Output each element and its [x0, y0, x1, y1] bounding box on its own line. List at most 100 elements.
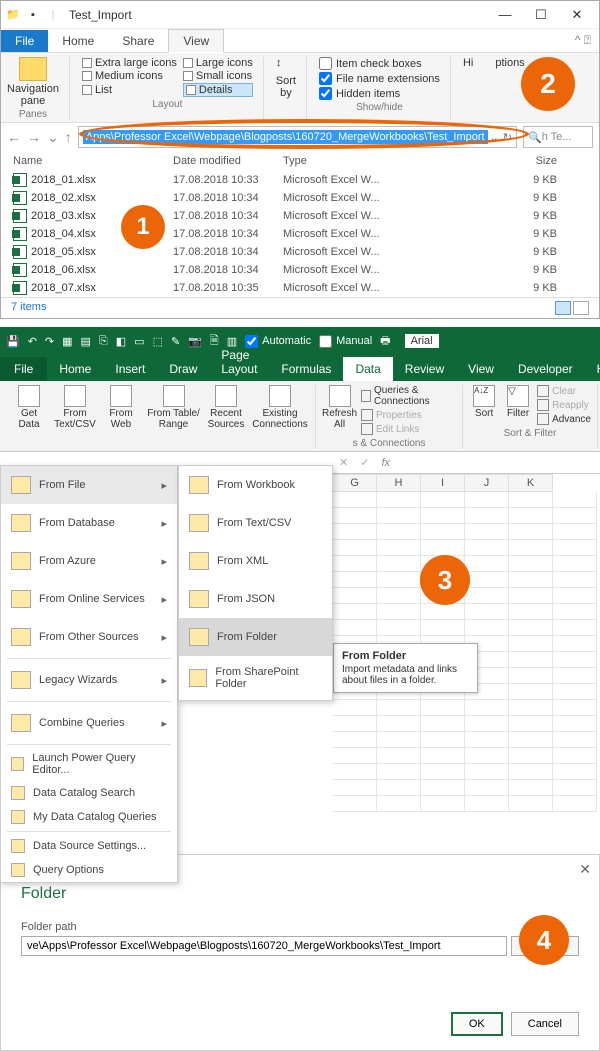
- cell[interactable]: [333, 620, 377, 636]
- address-bar[interactable]: Apps\Professor Excel\Webpage\Blogposts\1…: [78, 126, 517, 148]
- menu-from-azure[interactable]: From Azure▸: [1, 542, 177, 580]
- menu-combine-queries[interactable]: Combine Queries▸: [1, 704, 177, 742]
- cell[interactable]: [509, 508, 553, 524]
- cell[interactable]: [333, 748, 377, 764]
- cell[interactable]: [553, 668, 597, 684]
- column-header[interactable]: K: [509, 474, 553, 492]
- small-icons-button[interactable]: Small icons: [183, 70, 253, 82]
- cell[interactable]: [377, 492, 421, 508]
- ribbon-collapse-icon[interactable]: ^ ⍰: [575, 33, 599, 48]
- submenu-folder[interactable]: From Folder: [179, 618, 332, 656]
- cell[interactable]: [465, 748, 509, 764]
- up-button[interactable]: ↑: [65, 129, 72, 145]
- col-size[interactable]: Size: [413, 155, 587, 167]
- options-button[interactable]: ptions: [495, 57, 524, 69]
- refresh-all-button[interactable]: Refresh All: [322, 385, 357, 435]
- queries-button[interactable]: Queries & Connections: [361, 385, 456, 407]
- cell[interactable]: [553, 796, 597, 812]
- cell[interactable]: [509, 716, 553, 732]
- cell[interactable]: [553, 700, 597, 716]
- cell[interactable]: [509, 764, 553, 780]
- minimize-button[interactable]: —: [487, 1, 523, 29]
- col-type[interactable]: Type: [283, 155, 413, 167]
- extra-large-icons-button[interactable]: Extra large icons: [82, 57, 177, 69]
- col-date[interactable]: Date modified: [173, 155, 283, 167]
- cell[interactable]: [509, 780, 553, 796]
- cell[interactable]: [465, 588, 509, 604]
- enter-icon[interactable]: ✓: [354, 456, 375, 469]
- column-header[interactable]: H: [377, 474, 421, 492]
- cancel-icon[interactable]: ✕: [333, 456, 354, 469]
- cancel-button[interactable]: Cancel: [511, 1012, 579, 1036]
- cell[interactable]: [509, 636, 553, 652]
- history-dropdown[interactable]: ⌄: [47, 129, 59, 146]
- cell[interactable]: [553, 492, 597, 508]
- cell[interactable]: [509, 620, 553, 636]
- cell[interactable]: [465, 604, 509, 620]
- cell[interactable]: [509, 748, 553, 764]
- menu-data-source-settings[interactable]: Data Source Settings...: [1, 834, 177, 858]
- cell[interactable]: [421, 764, 465, 780]
- refresh-icon[interactable]: ↻: [503, 131, 512, 144]
- cell[interactable]: [465, 620, 509, 636]
- hide-button[interactable]: Hi: [463, 57, 473, 69]
- cell[interactable]: [421, 604, 465, 620]
- from-table-button[interactable]: From Table/ Range: [146, 385, 201, 430]
- cell[interactable]: [509, 524, 553, 540]
- cell[interactable]: [553, 508, 597, 524]
- cell[interactable]: [377, 540, 421, 556]
- ok-button[interactable]: OK: [451, 1012, 503, 1036]
- cell[interactable]: [465, 508, 509, 524]
- menu-from-online[interactable]: From Online Services▸: [1, 580, 177, 618]
- cell[interactable]: [509, 732, 553, 748]
- cell[interactable]: [509, 684, 553, 700]
- item-checkboxes-toggle[interactable]: Item check boxes: [319, 57, 440, 70]
- advanced-button[interactable]: Advance: [537, 413, 591, 425]
- tab-home[interactable]: Home: [47, 357, 103, 381]
- col-name[interactable]: Name: [13, 155, 173, 167]
- cell[interactable]: [553, 556, 597, 572]
- get-data-button[interactable]: Get Data: [8, 385, 50, 430]
- cell[interactable]: [377, 604, 421, 620]
- column-header[interactable]: I: [421, 474, 465, 492]
- file-row[interactable]: 2018_07.xlsx17.08.2018 10:35Microsoft Ex…: [1, 279, 599, 297]
- search-input[interactable]: 🔍 h Te...: [523, 126, 593, 148]
- cell[interactable]: [377, 764, 421, 780]
- file-row[interactable]: 2018_04.xlsx17.08.2018 10:34Microsoft Ex…: [1, 225, 599, 243]
- cell[interactable]: [377, 572, 421, 588]
- cell[interactable]: [553, 572, 597, 588]
- tab-page-layout[interactable]: Page Layout: [209, 343, 269, 381]
- sort-button[interactable]: A↓ZSort: [469, 385, 499, 425]
- submenu-sharepoint[interactable]: From SharePoint Folder: [179, 656, 332, 700]
- file-extensions-toggle[interactable]: File name extensions: [319, 72, 440, 85]
- cell[interactable]: [509, 700, 553, 716]
- menu-legacy-wizards[interactable]: Legacy Wizards▸: [1, 661, 177, 699]
- recent-sources-button[interactable]: Recent Sources: [205, 385, 247, 430]
- tab-developer[interactable]: Developer: [506, 357, 585, 381]
- qat-icon[interactable]: ✎: [171, 335, 180, 348]
- file-row[interactable]: 2018_02.xlsx17.08.2018 10:34Microsoft Ex…: [1, 189, 599, 207]
- back-button[interactable]: ←: [7, 129, 21, 145]
- cell[interactable]: [377, 556, 421, 572]
- cell[interactable]: [421, 796, 465, 812]
- cell[interactable]: [333, 780, 377, 796]
- cell[interactable]: [465, 572, 509, 588]
- qat-icon[interactable]: ▤: [81, 335, 91, 348]
- qat-icon[interactable]: ▭: [134, 335, 144, 348]
- cell[interactable]: [465, 732, 509, 748]
- close-button[interactable]: ✕: [559, 1, 595, 29]
- file-row[interactable]: 2018_06.xlsx17.08.2018 10:34Microsoft Ex…: [1, 261, 599, 279]
- cell[interactable]: [421, 508, 465, 524]
- cell[interactable]: [421, 748, 465, 764]
- cell[interactable]: [465, 556, 509, 572]
- cell[interactable]: [465, 796, 509, 812]
- list-button[interactable]: List: [82, 83, 177, 97]
- cell[interactable]: [377, 780, 421, 796]
- cell[interactable]: [377, 732, 421, 748]
- tab-view[interactable]: View: [456, 357, 506, 381]
- edit-links-button[interactable]: Edit Links: [361, 423, 456, 435]
- cell[interactable]: [509, 588, 553, 604]
- cell[interactable]: [465, 524, 509, 540]
- cell[interactable]: [553, 636, 597, 652]
- tab-formulas[interactable]: Formulas: [269, 357, 343, 381]
